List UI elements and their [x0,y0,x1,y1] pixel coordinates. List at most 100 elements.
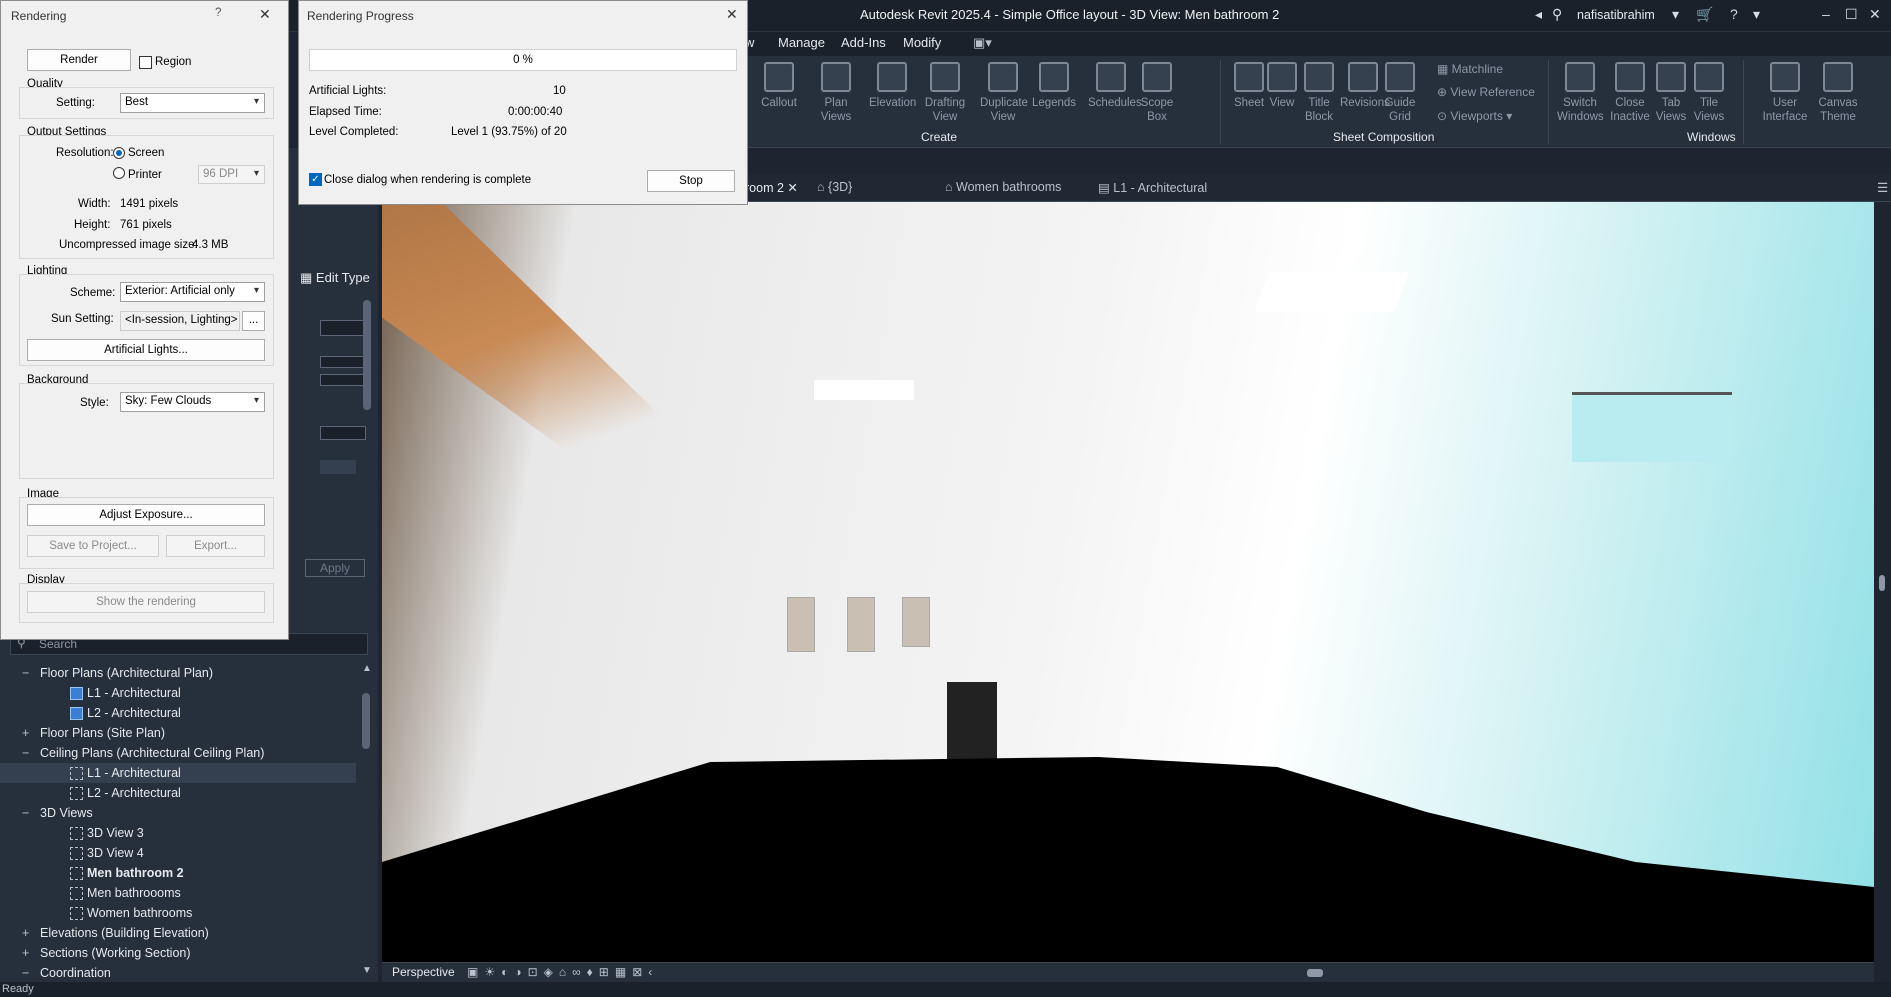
save-to-project-button[interactable]: Save to Project... [27,535,159,557]
browser-category[interactable]: −3D Views [2,803,358,823]
close-icon[interactable]: ✕ [726,6,738,23]
minimize-icon[interactable]: – [1822,6,1830,22]
horizontal-scrollbar-thumb[interactable] [1307,969,1323,977]
expand-icon[interactable]: + [22,723,34,743]
expand-icon[interactable]: + [22,923,34,943]
printer-radio[interactable] [113,167,125,179]
tab-manage[interactable]: Manage [778,35,825,50]
property-field[interactable] [320,426,366,440]
browser-view-item[interactable]: 3D View 4 [0,843,356,863]
scheme-select[interactable]: Exterior: Artificial only ▾ [120,282,265,302]
elevation-button[interactable]: Elevation [869,62,916,110]
close-when-complete-label: Close dialog when rendering is complete [324,174,532,186]
tab-modify[interactable]: Modify [903,35,941,50]
sun-setting-more-button[interactable]: ... [242,311,265,331]
apply-button[interactable]: Apply [305,559,365,577]
browser-category[interactable]: + Elevations (Building Elevation) [2,923,358,943]
browser-view-item[interactable]: Men bathroooms [0,883,356,903]
cart-icon[interactable]: 🛒 [1696,6,1713,23]
guide-grid-button[interactable]: Guide Grid [1377,62,1423,124]
tab-men-bathroom-2[interactable]: room 2 ✕ [745,180,798,195]
browser-view-item[interactable]: L2 - Architectural [0,783,356,803]
legends-button[interactable]: Legends [1031,62,1077,110]
edit-type-button[interactable]: ▦ Edit Type [300,270,370,286]
browser-category[interactable]: + Floor Plans (Site Plan) [2,723,358,743]
artificial-lights-button[interactable]: Artificial Lights... [27,339,265,361]
browser-view-item[interactable]: L2 - Architectural [0,703,356,723]
tab-women-bathrooms[interactable]: ⌂ Women bathrooms [945,180,1061,194]
tab-l1-architectural[interactable]: ▤ L1 - Architectural [1098,180,1207,195]
browser-category[interactable]: + Sections (Working Section) [2,943,358,963]
maximize-icon[interactable]: ☐ [1845,6,1858,23]
browser-category[interactable]: − Floor Plans (Architectural Plan) [2,663,358,683]
scroll-down-icon[interactable]: ▼ [362,965,372,976]
sun-setting-field[interactable]: <In-session, Lighting> [120,311,240,331]
collapse-icon[interactable]: − [22,663,34,683]
collapse-icon[interactable]: − [22,803,34,823]
background-style-select[interactable]: Sky: Few Clouds ▾ [120,392,265,412]
screen-radio[interactable] [113,147,125,159]
render-button[interactable]: Render [27,49,131,71]
back-arrow-icon[interactable]: ◂ [1535,6,1542,23]
floor-plan-icon [70,687,83,701]
title-block-button[interactable]: Title Block [1296,62,1342,124]
browser-category[interactable]: − Coordination [2,963,358,983]
binoculars-icon[interactable]: ⚲ [1552,6,1562,23]
viewports-button[interactable]: ⊙ Viewports ▾ [1437,109,1512,123]
browser-category[interactable]: − Ceiling Plans (Architectural Ceiling Pl… [2,743,358,763]
camera-dropdown-icon[interactable]: ▣▾ [973,35,992,51]
adjust-exposure-button[interactable]: Adjust Exposure... [27,504,265,526]
drafting-view-button[interactable]: Drafting View [922,62,968,124]
collapse-icon[interactable]: − [22,963,34,983]
browser-view-item[interactable]: L1 - Architectural [0,683,356,703]
close-when-complete-checkbox[interactable]: ✓ [309,173,322,186]
help-icon[interactable]: ? [1730,6,1738,22]
dpi-select[interactable]: 96 DPI ▾ [198,165,265,184]
collapse-icon[interactable]: − [22,743,34,763]
browser-scrollbar[interactable] [362,693,370,749]
scroll-up-icon[interactable]: ▲ [362,663,372,674]
user-interface-button[interactable]: User Interface [1762,62,1808,124]
property-field[interactable] [320,320,366,336]
callout-button[interactable]: Callout [756,62,802,110]
tile-views-button[interactable]: Tile Views [1686,62,1732,124]
close-icon[interactable]: ✕ [259,6,271,23]
help-icon[interactable]: ? [215,7,221,19]
show-rendering-button[interactable]: Show the rendering [27,591,265,613]
properties-scrollbar[interactable] [363,300,371,410]
duplicate-view-button[interactable]: Duplicate View [980,62,1028,124]
chevron-down-icon: ▾ [1502,109,1513,123]
chevron-down-icon[interactable]: ▾ [1753,6,1760,23]
chevron-down-icon[interactable]: ▾ [1672,6,1679,23]
tab-3d[interactable]: ⌂ {3D} [817,180,852,194]
schedules-button[interactable]: Schedules [1088,62,1142,110]
quality-setting-select[interactable]: Best ▾ [120,93,265,113]
3d-viewport[interactable] [382,202,1874,962]
close-icon[interactable]: ✕ [787,181,797,195]
switch-windows-button[interactable]: Switch Windows [1557,62,1604,124]
stop-button[interactable]: Stop [647,170,735,192]
browser-view-item[interactable]: Men bathroom 2 [0,863,356,883]
tab-add-ins[interactable]: Add-Ins [841,35,886,50]
expand-icon[interactable]: + [22,943,34,963]
scrollbar-thumb[interactable] [1879,575,1885,591]
matchline-button[interactable]: ▦ Matchline [1437,62,1503,76]
view-reference-button[interactable]: ⊕ View Reference [1437,85,1535,99]
browser-view-item[interactable]: L1 - Architectural [0,763,356,783]
view-control-icons[interactable]: ▣☀◐◑⊡◈⌂∞♦⊞▦⊠‹ [467,965,658,979]
perspective-label[interactable]: Perspective [392,965,455,979]
canvas-theme-button[interactable]: Canvas Theme [1815,62,1861,124]
user-name[interactable]: nafisatibrahim [1577,8,1655,22]
scope-box-button[interactable]: Scope Box [1134,62,1180,124]
property-field[interactable] [320,374,366,386]
plan-views-button[interactable]: Plan Views [813,62,859,124]
elapsed-time-label: Elapsed Time: [309,106,382,118]
close-inactive-button[interactable]: Close Inactive [1607,62,1653,124]
tab-menu-icon[interactable]: ☰ [1877,180,1888,195]
browser-view-item[interactable]: Women bathrooms [0,903,356,923]
close-icon[interactable]: ✕ [1869,6,1881,23]
region-checkbox[interactable] [139,56,152,69]
property-field[interactable] [320,356,366,368]
export-button[interactable]: Export... [166,535,265,557]
browser-view-item[interactable]: 3D View 3 [0,823,356,843]
